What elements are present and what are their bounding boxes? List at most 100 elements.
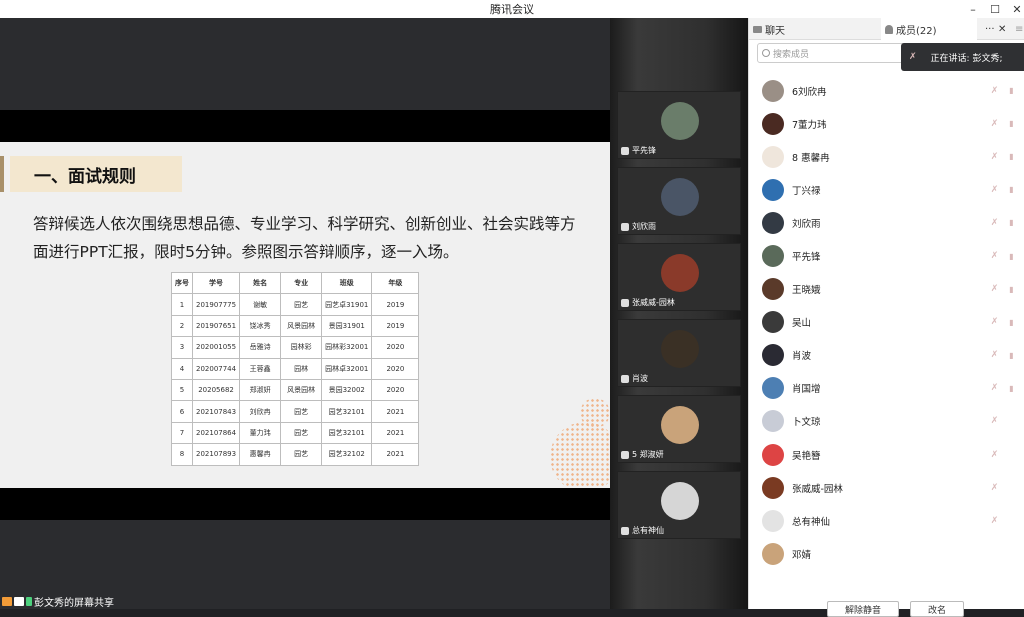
participant-name: 5 郑淑妍 (632, 450, 664, 459)
muted-mic-icon[interactable]: ✗ (989, 515, 1000, 526)
table-cell: 风景园林 (280, 314, 323, 338)
muted-mic-icon[interactable]: ✗ (989, 217, 1000, 228)
person-icon (885, 24, 893, 34)
slide-heading: 一、面试规则 (10, 156, 182, 192)
screen-share-indicator: 彭文秀的屏幕共享 (0, 594, 120, 609)
member-name: 8 惠馨冉 (792, 152, 830, 164)
camera-off-icon[interactable]: ▮ (1006, 151, 1017, 162)
table-cell: 2 (171, 314, 193, 338)
slide-letterbox-top (0, 110, 610, 142)
video-tile[interactable]: 肖波 (617, 319, 741, 387)
table-cell: 6 (171, 400, 193, 423)
table-row: 4 202007744 王蓉鑫 园林 园林卓32001 2020 (171, 357, 420, 380)
minimize-button[interactable]: – (962, 0, 984, 18)
avatar (762, 476, 784, 499)
defense-order-table: 序号 学号 姓名 专业 班级 年级 1 201907775 谢敏 园艺 园艺卓31901… (171, 271, 420, 466)
member-row[interactable]: 8 惠馨冉 ✗ ▮ (749, 140, 1024, 173)
member-name: 平先锋 (792, 252, 821, 264)
muted-mic-icon[interactable]: ✗ (989, 482, 1000, 493)
member-row[interactable]: 丁兴禄 ✗ ▮ (749, 173, 1024, 206)
avatar (762, 377, 784, 400)
table-header: 专业 (280, 271, 323, 295)
tab-chat[interactable]: 聊天 (753, 18, 785, 40)
muted-mic-icon[interactable]: ✗ (989, 350, 1000, 361)
sharer-label: 彭文秀的屏幕共享 (34, 598, 114, 609)
video-tile[interactable]: 总有神仙 (617, 471, 741, 539)
member-row[interactable]: 张威威-园林 ✗ (749, 471, 1024, 504)
muted-mic-icon[interactable]: ✗ (989, 118, 1000, 129)
muted-mic-icon[interactable]: ✗ (989, 449, 1000, 460)
table-row: 1 201907775 谢敏 园艺 园艺卓31901 2019 (171, 293, 420, 316)
muted-mic-icon[interactable]: ✗ (989, 251, 1000, 262)
table-header: 学号 (191, 271, 241, 295)
muted-mic-icon[interactable]: ✗ (989, 184, 1000, 195)
camera-off-icon[interactable]: ▮ (1006, 383, 1017, 394)
member-row[interactable]: 吴山 ✗ ▮ (749, 306, 1024, 339)
tab-members[interactable]: 成员(22) (881, 18, 977, 40)
member-row[interactable]: 6刘欣冉 ✗ ▮ (749, 74, 1024, 107)
video-tile[interactable]: 平先锋 (617, 91, 741, 159)
rename-button[interactable]: 改名 (910, 601, 964, 617)
muted-mic-icon (621, 374, 629, 383)
muted-mic-icon[interactable]: ✗ (989, 317, 1000, 328)
member-row[interactable]: 刘欣雨 ✗ ▮ (749, 206, 1024, 239)
member-row[interactable]: 邓婧 (749, 537, 1024, 570)
table-cell: 王蓉鑫 (239, 357, 282, 380)
menu-icon[interactable]: ≡ (1015, 18, 1023, 40)
muted-mic-icon[interactable]: ✗ (989, 383, 1000, 394)
member-list: 6刘欣冉 ✗ ▮ 7董力玮 ✗ ▮ 8 惠馨冉 ✗ ▮ 丁兴禄 ✗ ▮ 刘欣雨 ✗ ▮ 平先锋 ✗ ▮ 王晓娥 ✗ ▮ 吴… (749, 74, 1024, 570)
member-row[interactable]: 肖波 ✗ ▮ (749, 339, 1024, 372)
muted-mic-icon[interactable]: ✗ (989, 284, 1000, 295)
close-panel-icon[interactable]: ✕ (998, 18, 1006, 40)
participant-avatar (661, 254, 699, 292)
member-name: 丁兴禄 (792, 185, 821, 197)
maximize-button[interactable]: ☐ (984, 0, 1006, 18)
panel-tabs: 聊天 成员(22) ··· ✕ ≡ (749, 18, 1024, 40)
muted-mic-icon (621, 222, 629, 231)
muted-mic-icon[interactable]: ✗ (989, 85, 1000, 96)
camera-off-icon[interactable]: ▮ (1006, 184, 1017, 195)
camera-off-icon[interactable]: ▮ (1006, 85, 1017, 96)
member-row[interactable]: 平先锋 ✗ ▮ (749, 239, 1024, 272)
table-header-row: 序号 学号 姓名 专业 班级 年级 (171, 271, 420, 295)
avatar (762, 542, 784, 565)
table-header: 姓名 (239, 271, 282, 295)
camera-off-icon[interactable]: ▮ (1006, 251, 1017, 262)
participant-name: 平先锋 (632, 146, 656, 155)
table-header: 序号 (171, 271, 193, 295)
table-cell: 201907775 (191, 293, 241, 316)
video-tile[interactable]: 张威威-园林 (617, 243, 741, 311)
camera-off-icon[interactable]: ▮ (1006, 284, 1017, 295)
member-row[interactable]: 7董力玮 ✗ ▮ (749, 107, 1024, 140)
table-cell: 园艺32101 (321, 421, 373, 445)
member-row[interactable]: 吴艳簪 ✗ (749, 438, 1024, 471)
unmute-button[interactable]: 解除静音 (827, 601, 899, 617)
member-row[interactable]: 肖国增 ✗ ▮ (749, 372, 1024, 405)
member-name: 王晓娥 (792, 285, 821, 297)
member-row[interactable]: 王晓娥 ✗ ▮ (749, 273, 1024, 306)
camera-off-icon[interactable]: ▮ (1006, 350, 1017, 361)
close-button[interactable]: ✕ (1006, 0, 1024, 18)
table-cell: 园林 (280, 357, 323, 380)
participant-name: 张威威-园林 (632, 298, 675, 307)
avatar (762, 509, 784, 532)
avatar (762, 311, 784, 334)
tile-name-label: 平先锋 (621, 145, 656, 156)
member-row[interactable]: 卜文琼 ✗ (749, 405, 1024, 438)
muted-mic-icon[interactable]: ✗ (989, 416, 1000, 427)
video-tile[interactable]: 5 郑淑妍 (617, 395, 741, 463)
more-options-icon[interactable]: ··· (985, 18, 995, 40)
table-cell: 202107864 (191, 421, 241, 445)
camera-off-icon[interactable]: ▮ (1006, 118, 1017, 129)
video-tile[interactable]: 刘欣雨 (617, 167, 741, 235)
camera-off-icon[interactable]: ▮ (1006, 217, 1017, 228)
participant-name: 总有神仙 (632, 526, 664, 535)
member-row[interactable]: 总有神仙 ✗ (749, 504, 1024, 537)
table-row: 7 202107864 董力玮 园艺 园艺32101 2021 (171, 421, 420, 445)
table-cell: 园艺 (280, 443, 323, 466)
decorative-dots (550, 422, 610, 488)
table-cell: 2021 (371, 421, 420, 445)
camera-off-icon[interactable]: ▮ (1006, 317, 1017, 328)
muted-mic-icon[interactable]: ✗ (989, 151, 1000, 162)
tile-name-label: 总有神仙 (621, 525, 664, 536)
